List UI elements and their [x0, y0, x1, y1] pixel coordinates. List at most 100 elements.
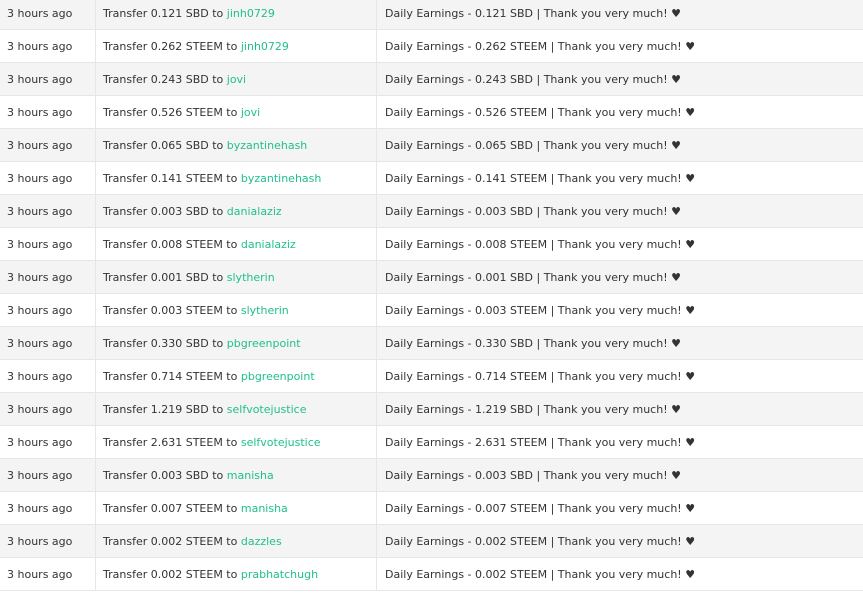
- account-link[interactable]: selfvotejustice: [241, 436, 321, 449]
- time-cell: 3 hours ago: [0, 360, 96, 392]
- account-link[interactable]: danialaziz: [241, 238, 296, 251]
- memo-cell: Daily Earnings - 0.002 STEEM | Thank you…: [385, 567, 696, 581]
- account-link[interactable]: danialaziz: [227, 205, 282, 218]
- operation-text: Transfer 0.330 SBD to: [103, 336, 224, 350]
- operation-cell: Transfer 0.002 STEEM to dazzles: [96, 525, 377, 557]
- memo-cell: Daily Earnings - 0.243 SBD | Thank you v…: [385, 72, 681, 86]
- operation-text: Transfer 0.008 STEEM to: [103, 237, 238, 251]
- operation-text: Transfer 0.121 SBD to: [103, 6, 224, 20]
- operation-cell: Transfer 0.262 STEEM to jinh0729: [96, 30, 377, 62]
- time-cell: 3 hours ago: [0, 228, 96, 260]
- operation-cell: Transfer 0.065 SBD to byzantinehash: [96, 129, 377, 161]
- time-cell: 3 hours ago: [0, 492, 96, 524]
- time-cell: 3 hours ago: [0, 558, 96, 590]
- table-row: 3 hours ago Transfer 0.262 STEEM to jinh…: [0, 30, 863, 63]
- table-row: 3 hours ago Transfer 0.526 STEEM to jovi…: [0, 96, 863, 129]
- table-row: 3 hours ago Transfer 2.631 STEEM to self…: [0, 426, 863, 459]
- operation-text: Transfer 0.007 STEEM to: [103, 501, 238, 515]
- operation-text: Transfer 0.141 STEEM to: [103, 171, 238, 185]
- operation-cell: Transfer 2.631 STEEM to selfvotejustice: [96, 426, 377, 458]
- memo-cell: Daily Earnings - 0.141 STEEM | Thank you…: [385, 171, 696, 185]
- time-cell: 3 hours ago: [0, 294, 96, 326]
- memo-cell: Daily Earnings - 0.003 SBD | Thank you v…: [385, 204, 681, 218]
- account-link[interactable]: slytherin: [227, 271, 275, 284]
- account-link[interactable]: jovi: [227, 73, 246, 86]
- time-cell: 3 hours ago: [0, 261, 96, 293]
- memo-cell: Daily Earnings - 0.007 STEEM | Thank you…: [385, 501, 696, 515]
- table-row: 3 hours ago Transfer 0.003 STEEM to slyt…: [0, 294, 863, 327]
- time-cell: 3 hours ago: [0, 393, 96, 425]
- operation-text: Transfer 0.003 SBD to: [103, 204, 224, 218]
- account-link[interactable]: jinh0729: [227, 7, 275, 20]
- memo-cell: Daily Earnings - 0.262 STEEM | Thank you…: [385, 39, 696, 53]
- time-cell: 3 hours ago: [0, 162, 96, 194]
- table-row: 3 hours ago Transfer 0.243 SBD to jovi D…: [0, 63, 863, 96]
- account-link[interactable]: prabhatchugh: [241, 568, 318, 581]
- account-link[interactable]: pbgreenpoint: [241, 370, 315, 383]
- operation-text: Transfer 0.262 STEEM to: [103, 39, 238, 53]
- table-row: 3 hours ago Transfer 0.141 STEEM to byza…: [0, 162, 863, 195]
- operation-cell: Transfer 0.243 SBD to jovi: [96, 63, 377, 95]
- memo-cell: Daily Earnings - 0.003 STEEM | Thank you…: [385, 303, 696, 317]
- memo-cell: Daily Earnings - 0.001 SBD | Thank you v…: [385, 270, 681, 284]
- time-cell: 3 hours ago: [0, 30, 96, 62]
- operation-cell: Transfer 0.141 STEEM to byzantinehash: [96, 162, 377, 194]
- operation-cell: Transfer 0.003 SBD to danialaziz: [96, 195, 377, 227]
- table-row: 3 hours ago Transfer 0.001 SBD to slythe…: [0, 261, 863, 294]
- table-row: 3 hours ago Transfer 0.007 STEEM to mani…: [0, 492, 863, 525]
- operation-text: Transfer 0.003 SBD to: [103, 468, 224, 482]
- memo-cell: Daily Earnings - 0.002 STEEM | Thank you…: [385, 534, 696, 548]
- table-row: 3 hours ago Transfer 0.065 SBD to byzant…: [0, 129, 863, 162]
- memo-cell: Daily Earnings - 0.065 SBD | Thank you v…: [385, 138, 681, 152]
- operation-cell: Transfer 0.003 SBD to manisha: [96, 459, 377, 491]
- account-link[interactable]: jovi: [241, 106, 260, 119]
- operation-text: Transfer 0.002 STEEM to: [103, 534, 238, 548]
- operation-cell: Transfer 0.121 SBD to jinh0729: [96, 0, 377, 29]
- operation-cell: Transfer 0.714 STEEM to pbgreenpoint: [96, 360, 377, 392]
- table-row: 3 hours ago Transfer 0.714 STEEM to pbgr…: [0, 360, 863, 393]
- memo-cell: Daily Earnings - 0.330 SBD | Thank you v…: [385, 336, 681, 350]
- memo-cell: Daily Earnings - 0.121 SBD | Thank you v…: [385, 6, 681, 20]
- time-cell: 3 hours ago: [0, 525, 96, 557]
- account-link[interactable]: slytherin: [241, 304, 289, 317]
- memo-cell: Daily Earnings - 0.003 SBD | Thank you v…: [385, 468, 681, 482]
- time-cell: 3 hours ago: [0, 96, 96, 128]
- time-cell: 3 hours ago: [0, 459, 96, 491]
- table-row: 3 hours ago Transfer 0.330 SBD to pbgree…: [0, 327, 863, 360]
- transfer-history-table: 3 hours ago Transfer 0.121 SBD to jinh07…: [0, 0, 863, 591]
- time-cell: 3 hours ago: [0, 0, 96, 29]
- operation-text: Transfer 0.001 SBD to: [103, 270, 224, 284]
- operation-text: Transfer 0.003 STEEM to: [103, 303, 238, 317]
- time-cell: 3 hours ago: [0, 426, 96, 458]
- account-link[interactable]: dazzles: [241, 535, 282, 548]
- table-row: 3 hours ago Transfer 0.002 STEEM to dazz…: [0, 525, 863, 558]
- operation-cell: Transfer 0.008 STEEM to danialaziz: [96, 228, 377, 260]
- operation-cell: Transfer 0.330 SBD to pbgreenpoint: [96, 327, 377, 359]
- account-link[interactable]: jinh0729: [241, 40, 289, 53]
- operation-cell: Transfer 0.007 STEEM to manisha: [96, 492, 377, 524]
- time-cell: 3 hours ago: [0, 63, 96, 95]
- time-cell: 3 hours ago: [0, 195, 96, 227]
- account-link[interactable]: pbgreenpoint: [227, 337, 301, 350]
- account-link[interactable]: manisha: [241, 502, 288, 515]
- account-link[interactable]: selfvotejustice: [227, 403, 307, 416]
- table-row: 3 hours ago Transfer 0.121 SBD to jinh07…: [0, 0, 863, 30]
- operation-text: Transfer 0.526 STEEM to: [103, 105, 238, 119]
- account-link[interactable]: manisha: [227, 469, 274, 482]
- memo-cell: Daily Earnings - 2.631 STEEM | Thank you…: [385, 435, 696, 449]
- memo-cell: Daily Earnings - 0.526 STEEM | Thank you…: [385, 105, 696, 119]
- operation-text: Transfer 1.219 SBD to: [103, 402, 224, 416]
- operation-cell: Transfer 0.002 STEEM to prabhatchugh: [96, 558, 377, 590]
- account-link[interactable]: byzantinehash: [241, 172, 322, 185]
- memo-cell: Daily Earnings - 1.219 SBD | Thank you v…: [385, 402, 681, 416]
- table-row: 3 hours ago Transfer 1.219 SBD to selfvo…: [0, 393, 863, 426]
- operation-cell: Transfer 0.003 STEEM to slytherin: [96, 294, 377, 326]
- operation-cell: Transfer 0.001 SBD to slytherin: [96, 261, 377, 293]
- operation-text: Transfer 0.002 STEEM to: [103, 567, 238, 581]
- operation-text: Transfer 0.065 SBD to: [103, 138, 224, 152]
- memo-cell: Daily Earnings - 0.008 STEEM | Thank you…: [385, 237, 696, 251]
- account-link[interactable]: byzantinehash: [227, 139, 308, 152]
- table-row: 3 hours ago Transfer 0.008 STEEM to dani…: [0, 228, 863, 261]
- table-row: 3 hours ago Transfer 0.002 STEEM to prab…: [0, 558, 863, 591]
- time-cell: 3 hours ago: [0, 129, 96, 161]
